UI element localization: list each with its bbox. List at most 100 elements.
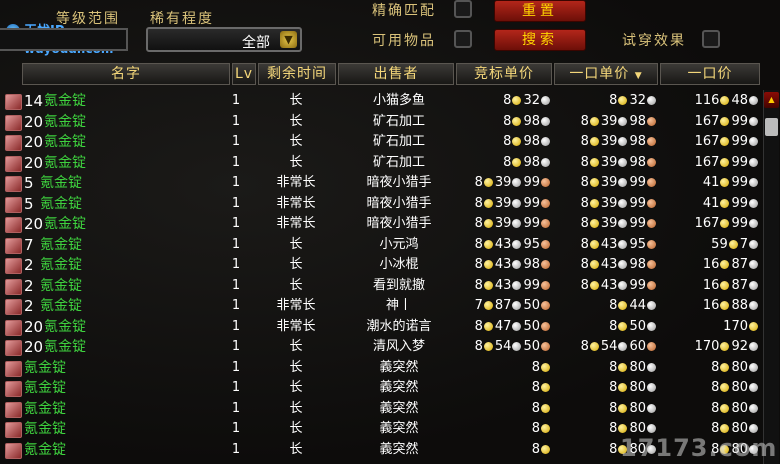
scrollbar-thumb[interactable] bbox=[765, 118, 778, 136]
column-header-bid-unit-price[interactable]: 竞标单价 bbox=[456, 63, 552, 85]
auction-row[interactable]: 氪金锭 1 长 義突然 8 8 80 8 80 bbox=[0, 358, 762, 378]
khorium-bar-icon[interactable] bbox=[5, 176, 22, 192]
silver-amount: 32 bbox=[629, 93, 646, 108]
silver-amount: 39 bbox=[600, 216, 618, 231]
gold-coin-icon bbox=[618, 383, 628, 392]
khorium-bar-icon[interactable] bbox=[5, 360, 22, 377]
auction-row[interactable]: 5 氪金锭 1 非常长 暗夜小猎手 8 39 99 8 39 99 41 99 bbox=[0, 173, 762, 193]
auction-row[interactable]: 20 氪金锭 1 长 矿石加工 8 98 8 39 98 167 99 bbox=[0, 112, 762, 132]
item-name[interactable]: 氪金锭 bbox=[44, 337, 86, 357]
khorium-bar-icon[interactable] bbox=[5, 217, 22, 233]
time-left: 长 bbox=[289, 277, 303, 293]
column-header-lv[interactable]: Lv bbox=[232, 63, 256, 85]
auction-row[interactable]: 7 氪金锭 1 长 小元鸿 8 43 95 8 43 95 59 7 bbox=[0, 235, 762, 255]
item-name[interactable]: 氪金锭 bbox=[44, 91, 86, 111]
results-scrollbar[interactable]: ▲ bbox=[763, 90, 779, 464]
auction-row[interactable]: 14 氪金锭 1 长 小猫多鱼 8 32 8 32 116 48 bbox=[0, 91, 762, 111]
khorium-bar-icon[interactable] bbox=[5, 442, 22, 459]
level-range-input[interactable] bbox=[0, 28, 128, 51]
column-header-seller[interactable]: 出售者 bbox=[338, 63, 454, 85]
gold-coin-icon bbox=[512, 116, 522, 126]
column-header-buyout-unit-price[interactable]: 一口单价 ▼ bbox=[554, 63, 658, 85]
copper-coin-icon bbox=[647, 280, 656, 290]
khorium-bar-icon[interactable] bbox=[5, 319, 22, 336]
khorium-bar-icon[interactable] bbox=[5, 278, 22, 295]
item-name[interactable]: 氪金锭 bbox=[40, 296, 82, 316]
auction-row[interactable]: 20 氪金锭 1 长 矿石加工 8 98 8 39 98 167 99 bbox=[0, 153, 762, 173]
auction-row[interactable]: 2 氪金锭 1 长看到就撤 8 43 99 8 43 99 16 87 bbox=[0, 276, 762, 296]
khorium-bar-icon[interactable] bbox=[5, 114, 22, 131]
item-name[interactable]: 氪金锭 bbox=[40, 235, 82, 255]
buyout-price: 41 99 bbox=[660, 173, 760, 193]
khorium-bar-icon[interactable] bbox=[5, 381, 22, 397]
auction-row[interactable]: 20 氪金锭 1 长 清风入梦 8 54 50 8 54 60 170 92 bbox=[0, 337, 762, 357]
item-name[interactable]: 氪金锭 bbox=[44, 153, 86, 173]
bid-unit-price: 8 98 bbox=[456, 132, 552, 152]
gold-amount: 8 bbox=[711, 380, 720, 395]
buyout-price: 16 87 bbox=[660, 276, 760, 296]
auction-row[interactable]: 20 氪金锭 1 长 矿石加工 8 98 8 39 98 167 99 bbox=[0, 132, 762, 152]
item-name[interactable]: 氪金锭 bbox=[44, 214, 86, 234]
item-name[interactable]: 氪金锭 bbox=[24, 399, 66, 419]
item-name[interactable]: 氪金锭 bbox=[24, 440, 66, 460]
khorium-bar-icon[interactable] bbox=[5, 196, 22, 213]
khorium-bar-icon[interactable] bbox=[5, 422, 22, 438]
silver-coin-icon bbox=[647, 403, 656, 413]
auction-row[interactable]: 20 氪金锭 1 非常长 暗夜小猎手 8 39 99 8 39 99 167 99 bbox=[0, 214, 762, 234]
item-name[interactable]: 氪金锭 bbox=[40, 255, 82, 275]
chevron-down-icon[interactable]: ▼ bbox=[280, 31, 297, 48]
khorium-bar-icon[interactable] bbox=[5, 299, 22, 315]
item-name[interactable]: 氪金锭 bbox=[40, 276, 82, 296]
buyout-price: 8 80 bbox=[660, 378, 760, 398]
silver-amount: 99 bbox=[731, 195, 748, 211]
gold-coin-icon bbox=[720, 178, 730, 187]
auction-row[interactable]: 20 氪金锭 1 非常长 潮水的诺言 8 47 50 8 50 170 bbox=[0, 317, 762, 337]
time-left: 长 bbox=[289, 154, 303, 170]
item-name[interactable]: 氪金锭 bbox=[44, 112, 86, 132]
try-on-checkbox[interactable] bbox=[702, 30, 720, 48]
gold-amount: 59 bbox=[711, 236, 728, 252]
column-header-time-left[interactable]: 剩余时间 bbox=[258, 63, 336, 85]
item-name[interactable]: 氪金锭 bbox=[24, 358, 66, 378]
gold-coin-icon bbox=[618, 424, 628, 433]
auction-row[interactable]: 2 氪金锭 1 非常长 神丨 7 87 50 8 44 16 88 bbox=[0, 296, 762, 316]
stack-count: 2 bbox=[24, 256, 34, 274]
item-level: 1 bbox=[231, 134, 241, 149]
search-button[interactable]: 搜索 bbox=[494, 29, 586, 51]
auction-row[interactable]: 氪金锭 1 长 義突然 8 8 80 8 80 bbox=[0, 399, 762, 419]
item-name[interactable]: 氪金锭 bbox=[44, 132, 86, 152]
auction-row[interactable]: 氪金锭 1 长 義突然 8 8 80 8 80 bbox=[0, 378, 762, 398]
gold-coin-icon bbox=[618, 301, 628, 310]
auction-row[interactable]: 5 氪金锭 1 非常长 暗夜小猎手 8 39 99 8 39 99 41 99 bbox=[0, 194, 762, 214]
silver-amount: 98 bbox=[523, 154, 540, 170]
scroll-up-icon[interactable]: ▲ bbox=[764, 92, 779, 108]
exact-match-checkbox[interactable] bbox=[454, 0, 472, 18]
item-name[interactable]: 氪金锭 bbox=[44, 317, 86, 337]
usable-items-checkbox[interactable] bbox=[454, 30, 472, 48]
gold-amount: 167 bbox=[694, 216, 720, 231]
item-name[interactable]: 氪金锭 bbox=[40, 173, 82, 193]
rarity-dropdown[interactable]: 全部 ▼ bbox=[146, 27, 302, 52]
auction-row[interactable]: 2 氪金锭 1 长小冰棍 8 43 98 8 43 98 16 87 bbox=[0, 255, 762, 275]
item-name[interactable]: 氪金锭 bbox=[24, 419, 66, 439]
column-header-buyout-price[interactable]: 一口价 bbox=[660, 63, 760, 85]
khorium-bar-icon[interactable] bbox=[5, 155, 22, 172]
gold-amount: 8 bbox=[580, 175, 589, 190]
khorium-bar-icon[interactable] bbox=[5, 237, 22, 254]
khorium-bar-icon[interactable] bbox=[5, 258, 22, 274]
copper-coin-icon bbox=[541, 239, 550, 249]
gold-amount: 8 bbox=[531, 441, 540, 457]
khorium-bar-icon[interactable] bbox=[5, 401, 22, 418]
khorium-bar-icon[interactable] bbox=[5, 94, 22, 110]
reset-button[interactable]: 重置 bbox=[494, 0, 586, 22]
silver-coin-icon bbox=[618, 280, 628, 290]
item-name[interactable]: 氪金锭 bbox=[40, 194, 82, 214]
gold-coin-icon bbox=[720, 137, 730, 146]
item-name[interactable]: 氪金锭 bbox=[24, 378, 66, 398]
khorium-bar-icon[interactable] bbox=[5, 340, 22, 356]
column-header-name[interactable]: 名字 bbox=[22, 63, 230, 85]
silver-coin-icon bbox=[647, 383, 656, 392]
time-left: 长 bbox=[289, 113, 303, 129]
gold-amount: 8 bbox=[580, 216, 589, 231]
khorium-bar-icon[interactable] bbox=[5, 135, 22, 151]
